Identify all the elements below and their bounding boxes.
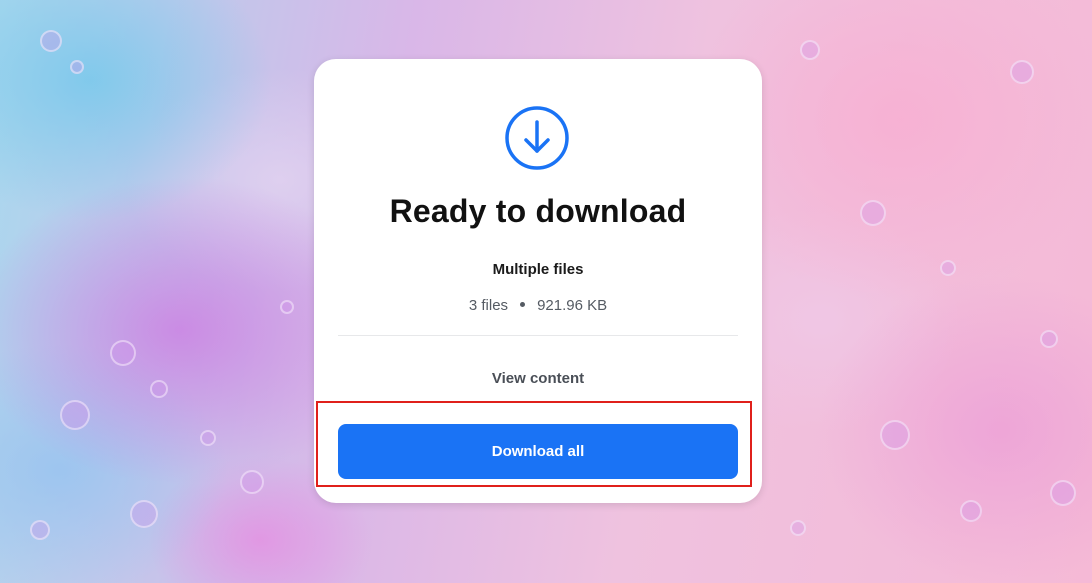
transfer-subtitle: Multiple files xyxy=(492,261,584,278)
page-title: Ready to download xyxy=(389,193,687,229)
download-all-button[interactable]: Download all xyxy=(338,424,738,479)
view-content-link[interactable]: View content xyxy=(314,370,762,387)
separator-dot xyxy=(520,302,526,308)
file-meta: 3 files 921.96 KB xyxy=(314,297,762,314)
download-circle-icon xyxy=(504,105,570,171)
file-size: 921.96 KB xyxy=(537,297,608,314)
divider xyxy=(338,335,738,336)
file-count: 3 files xyxy=(468,297,509,314)
